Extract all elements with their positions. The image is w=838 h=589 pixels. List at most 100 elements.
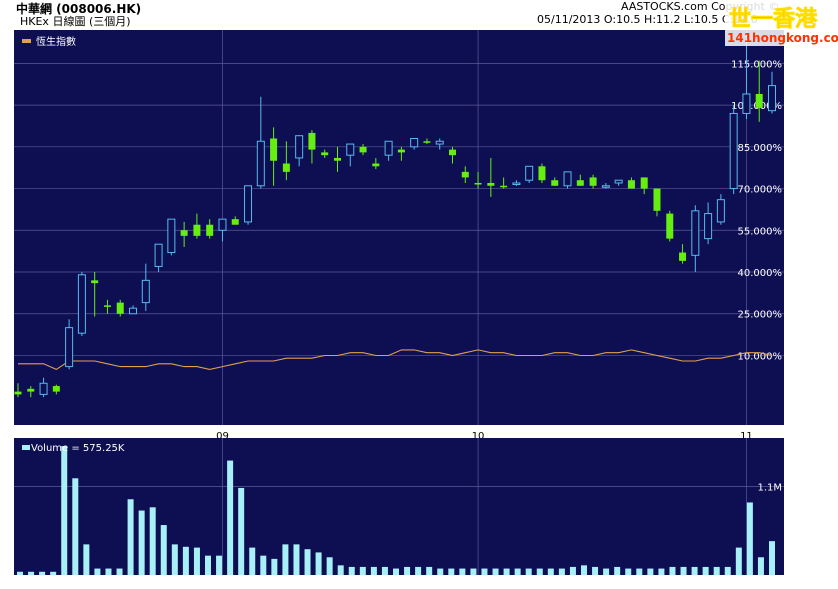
candle-body (461, 171, 469, 178)
candle-body (167, 218, 176, 254)
volume-bar (105, 568, 112, 575)
candle-body (372, 163, 380, 167)
candle-body (14, 391, 22, 395)
volume-bar (171, 544, 178, 575)
volume-bar (337, 565, 344, 575)
candle-body (218, 218, 227, 231)
volume-bar (28, 571, 35, 575)
candle-body (576, 180, 584, 186)
volume-bar (205, 555, 211, 575)
volume-bar (271, 558, 278, 575)
volume-bar (282, 544, 289, 575)
candle-body (244, 185, 253, 223)
candle-body (704, 213, 713, 240)
volume-bar (757, 557, 764, 575)
candle-body (768, 85, 776, 112)
index-legend-label: 恆生指數 (36, 35, 76, 48)
volume-bar (127, 499, 134, 575)
volume-bar (61, 446, 68, 575)
volume-bar (393, 568, 399, 575)
candle-body (384, 140, 393, 156)
volume-bar (558, 568, 565, 575)
candle-body (449, 149, 457, 156)
volume-bar (227, 460, 234, 575)
candle-body (423, 141, 431, 143)
volume-bar (746, 502, 753, 575)
price-chart-canvas: 10.000%25.000%40.000%55.000%70.000%85.00… (14, 30, 784, 575)
candle-body (231, 219, 239, 225)
candle-body (346, 143, 355, 156)
candle-body (129, 307, 138, 315)
volume-bar (138, 510, 145, 575)
volume-bar (293, 544, 300, 575)
candle-body (180, 230, 188, 236)
candle-body (640, 177, 648, 189)
volume-bar (769, 541, 775, 575)
volume-bar (691, 566, 698, 575)
volume-bar (713, 566, 720, 575)
volume-bar (514, 568, 521, 575)
candle-body (551, 180, 559, 186)
volume-bar (448, 568, 455, 575)
index-legend-swatch (22, 39, 31, 43)
volume-bar (193, 547, 200, 575)
candle-body (52, 386, 60, 392)
volume-bar (680, 566, 687, 575)
volume-y-axis: 1.1M (757, 482, 782, 493)
candle-body (716, 199, 725, 223)
price-y-tick-label: 85.000% (738, 143, 783, 154)
site-logo[interactable]: 世一香港 141hongkong.com (725, 0, 838, 46)
price-y-tick-label: 115.000% (731, 59, 782, 70)
candle-body (679, 252, 687, 261)
candle-body (589, 177, 597, 186)
candle-body (666, 213, 674, 239)
volume-bar (459, 568, 466, 575)
volume-bar (669, 566, 676, 575)
price-y-tick-label: 70.000% (738, 185, 783, 196)
volume-bar (724, 566, 731, 575)
volume-bar (614, 566, 621, 575)
logo-main-text: 世一香港 (729, 7, 818, 32)
candle-body (627, 180, 635, 189)
volume-bar (647, 568, 654, 575)
volume-bar (581, 565, 587, 575)
candle-body (27, 388, 35, 392)
candle-body (91, 280, 99, 284)
candle-body (39, 382, 48, 395)
volume-bar (182, 546, 189, 575)
volume-bar (249, 547, 256, 575)
candle-body (525, 165, 534, 181)
candle-body (333, 157, 341, 161)
candle-body (141, 279, 150, 304)
volume-bar (636, 568, 643, 575)
candle-body (193, 224, 201, 236)
volume-bar (702, 566, 709, 575)
volume-bar (470, 568, 477, 575)
volume-bar (503, 568, 510, 575)
volume-bar (359, 566, 366, 575)
chart-subtitle: HKEx 日線圖 (三個月) (20, 15, 131, 28)
volume-bar (348, 566, 355, 575)
candle-body (410, 137, 419, 148)
volume-bar (116, 568, 123, 575)
volume-bar (17, 571, 23, 575)
volume-bar (260, 555, 267, 575)
candle-body (359, 146, 367, 153)
volume-bar (415, 566, 422, 575)
candle-body (282, 163, 290, 172)
volume-legend-swatch (22, 445, 30, 450)
candle-body (77, 274, 86, 334)
volume-bar (404, 566, 411, 575)
volume-bar (216, 555, 223, 575)
volume-bar (437, 568, 444, 575)
candle-body (601, 185, 610, 188)
volume-bar (370, 566, 377, 575)
volume-bar (492, 568, 499, 575)
volume-bar (592, 566, 599, 575)
candle-body (729, 112, 738, 190)
price-y-tick-label: 55.000% (738, 226, 783, 237)
candle-body (103, 305, 111, 307)
volume-bar (481, 568, 488, 575)
candle-body (116, 302, 124, 314)
candle-body (755, 93, 763, 108)
